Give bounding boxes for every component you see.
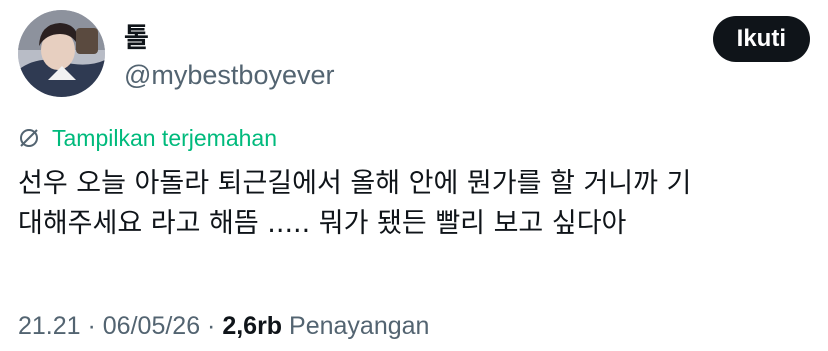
tweet-text: 선우 오늘 아돌라 퇴근길에서 올해 안에 뭔가를 할 거니까 기 대해주세요 … xyxy=(18,164,808,244)
meta-separator: · xyxy=(200,312,223,340)
show-translation-label: Tampilkan terjemahan xyxy=(52,124,278,151)
views-label[interactable]: Penayangan xyxy=(282,312,429,340)
views-count[interactable]: 2,6rb xyxy=(222,312,282,340)
tweet-text-line: 선우 오늘 아돌라 퇴근길에서 올해 안에 뭔가를 할 거니까 기 xyxy=(18,168,692,199)
tweet-meta: 21.21 · 06/05/26 · 2,6rb Penayangan xyxy=(18,310,429,342)
avatar[interactable] xyxy=(18,10,105,97)
tweet-time[interactable]: 21.21 xyxy=(18,312,81,340)
user-handle[interactable]: @mybestboyever xyxy=(124,59,335,91)
tweet-header: 톨 @mybestboyever Ikuti xyxy=(18,10,810,98)
tweet-date[interactable]: 06/05/26 xyxy=(103,312,200,340)
follow-button[interactable]: Ikuti xyxy=(712,16,810,62)
display-name[interactable]: 톨 xyxy=(124,22,149,54)
meta-separator: · xyxy=(80,312,103,340)
globe-translate-icon xyxy=(18,127,40,149)
show-translation-link[interactable]: Tampilkan terjemahan xyxy=(18,123,277,153)
tweet-text-line: 대해주세요 라고 해뜸 ..... 뭐가 됐든 빨리 보고 싶다아 xyxy=(18,208,627,239)
